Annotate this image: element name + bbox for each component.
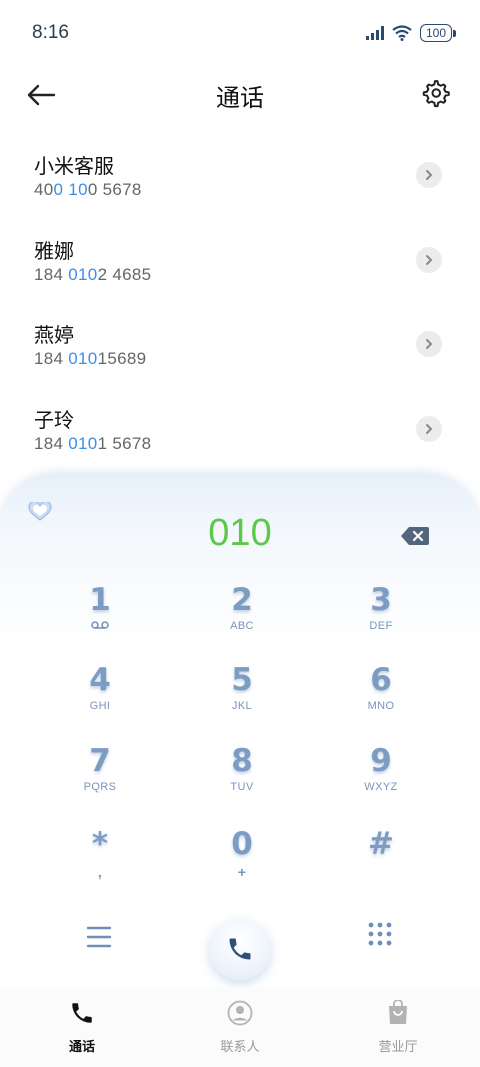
backspace-button[interactable]	[400, 526, 430, 550]
status-icons: 100	[365, 24, 457, 42]
signal-icon	[365, 26, 384, 40]
dialpad-toggle-button[interactable]	[367, 922, 393, 948]
bag-icon	[389, 999, 407, 1024]
chevron-right-icon	[426, 254, 433, 265]
battery-indicator: 100	[419, 24, 457, 42]
key-hash[interactable]: #	[321, 826, 441, 896]
dialpad-panel: 010 1 2 ABC 3 DEF 4 GHI 5 JKL 6 MNO 7 PQ…	[0, 474, 480, 1067]
contact-number: 184 01015689	[34, 349, 147, 368]
nav-contacts[interactable]: 联系人	[180, 1000, 300, 1055]
contact-name: 燕婷	[34, 323, 74, 347]
contact-detail-button[interactable]	[416, 331, 442, 357]
contact-number: 184 0102 4685	[34, 264, 152, 284]
key-2[interactable]: 2 ABC	[182, 582, 302, 652]
key-7[interactable]: 7 PQRS	[40, 743, 160, 813]
nav-label: 营业厅	[378, 1040, 418, 1055]
phone-icon	[72, 1003, 92, 1023]
key-3[interactable]: 3 DEF	[321, 582, 441, 652]
wifi-icon	[392, 25, 412, 41]
contact-row[interactable]: 子玲 184 0101 5678	[0, 394, 480, 479]
menu-icon	[86, 926, 112, 948]
chevron-right-icon	[426, 339, 433, 349]
contact-name: 雅娜	[34, 238, 74, 263]
keypad-grid-icon	[368, 922, 392, 946]
chevron-right-icon	[426, 423, 433, 434]
key-8[interactable]: 8 TUV	[182, 743, 302, 813]
nav-label: 联系人	[220, 1040, 260, 1055]
voicemail-icon	[40, 620, 160, 633]
header: 通话	[0, 66, 480, 126]
menu-button[interactable]	[86, 924, 112, 950]
status-time: 8:16	[32, 22, 69, 43]
contact-row[interactable]: 燕婷 184 01015689	[0, 309, 480, 394]
contact-name: 小米客服	[34, 154, 114, 178]
page-title: 通话	[216, 84, 264, 112]
phone-icon	[229, 938, 251, 960]
contact-list: 小米客服 400 100 5678 雅娜 184 0102 4685 燕婷 18…	[0, 140, 480, 478]
backspace-icon	[401, 527, 429, 545]
contact-number: 400 100 5678	[34, 180, 142, 199]
key-4[interactable]: 4 GHI	[40, 662, 160, 732]
bottom-nav: 通话 联系人 营业厅	[0, 988, 480, 1067]
key-star[interactable]: * ,	[40, 826, 160, 896]
nav-service-hall[interactable]: 营业厅	[338, 999, 458, 1055]
nav-calls[interactable]: 通话	[22, 1000, 142, 1055]
key-6[interactable]: 6 MNO	[321, 662, 441, 732]
key-0[interactable]: 0 +	[182, 826, 302, 896]
status-bar: 8:16 100	[0, 0, 480, 66]
chevron-right-icon	[426, 170, 433, 180]
contact-number: 184 0101 5678	[34, 433, 152, 453]
key-9[interactable]: 9 WXYZ	[321, 743, 441, 813]
dialpad-actions	[0, 914, 480, 994]
contact-detail-button[interactable]	[416, 162, 442, 188]
settings-button[interactable]	[420, 78, 450, 108]
gear-icon	[422, 80, 450, 108]
key-5[interactable]: 5 JKL	[182, 662, 302, 732]
contact-detail-button[interactable]	[416, 246, 442, 273]
nav-label: 通话	[68, 1040, 95, 1055]
contact-row[interactable]: 小米客服 400 100 5678	[0, 140, 480, 225]
key-1[interactable]: 1	[40, 582, 160, 652]
contact-icon	[227, 1000, 253, 1026]
contact-detail-button[interactable]	[416, 415, 442, 442]
contact-name: 子玲	[34, 407, 74, 432]
call-button[interactable]	[209, 918, 271, 980]
contact-row[interactable]: 雅娜 184 0102 4685	[0, 225, 480, 310]
